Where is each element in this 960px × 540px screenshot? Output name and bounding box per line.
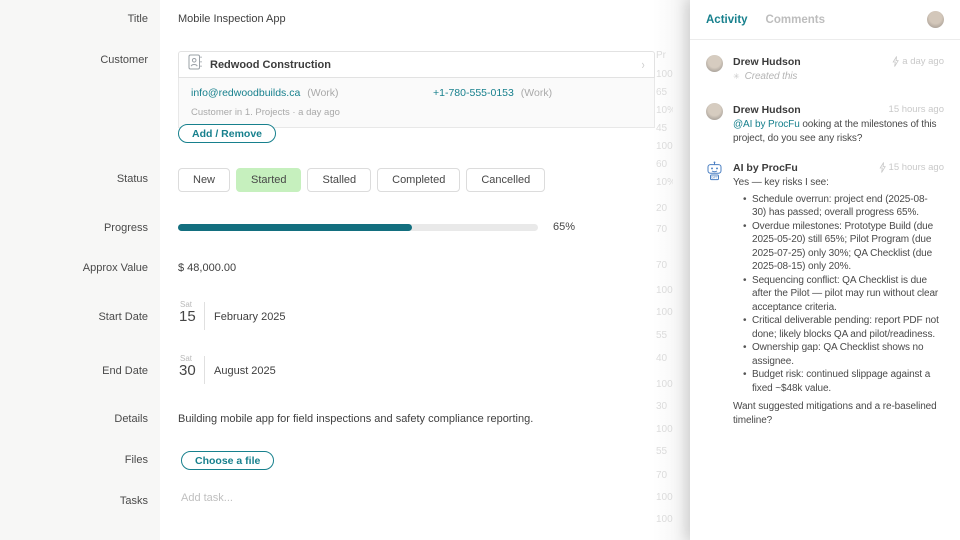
status-chip-cancelled[interactable]: Cancelled: [466, 168, 545, 192]
progress-percent: 65%: [553, 221, 575, 233]
entry-author: Drew Hudson: [733, 104, 801, 116]
start-date-label: Start Date: [0, 311, 148, 323]
robot-avatar-icon: GPT: [705, 161, 724, 181]
progress-fill: [178, 224, 412, 231]
created-this-line: ✳ Created this: [733, 70, 941, 84]
progress-label: Progress: [0, 222, 148, 234]
entry-author: AI by ProcFu: [733, 162, 798, 174]
status-chip-group: New Started Stalled Completed Cancelled: [178, 168, 545, 192]
risk-item: Sequencing conflict: QA Checklist is due…: [743, 274, 941, 315]
risk-item: Schedule overrun: project end (2025-08-3…: [743, 193, 941, 220]
customer-card: Redwood Construction › info@redwoodbuild…: [178, 51, 655, 128]
customer-phone-type: (Work): [521, 87, 552, 99]
avatar: [706, 55, 723, 72]
risk-item: Critical deliverable pending: report PDF…: [743, 314, 941, 341]
details-field[interactable]: Building mobile app for field inspection…: [178, 413, 658, 425]
status-chip-completed[interactable]: Completed: [377, 168, 460, 192]
risk-item: Overdue milestones: Prototype Build (due…: [743, 220, 941, 274]
progress-slider[interactable]: [178, 224, 538, 231]
lightning-icon: [879, 162, 886, 173]
entry-timestamp: 15 hours ago: [889, 104, 944, 115]
risk-item: Ownership gap: QA Checklist shows no ass…: [743, 341, 941, 368]
end-date-field[interactable]: Sat 30 August 2025: [178, 354, 398, 386]
approx-value-field[interactable]: $ 48,000.00: [178, 262, 236, 274]
status-chip-new[interactable]: New: [178, 168, 230, 192]
contact-card-icon: [188, 54, 202, 75]
customer-email-type: (Work): [307, 87, 338, 99]
comment-text: @AI by ProcFu ooking at the milestones o…: [733, 118, 941, 145]
files-label: Files: [0, 454, 148, 466]
user-avatar[interactable]: [927, 11, 944, 28]
svg-text:GPT: GPT: [711, 176, 718, 180]
start-date-month: February 2025: [214, 311, 286, 323]
ai-reply-intro: Yes — key risks I see:: [733, 176, 941, 190]
customer-contact-section: info@redwoodbuilds.ca (Work) +1-780-555-…: [178, 78, 655, 128]
ai-reply-body: Yes — key risks I see: Schedule overrun:…: [733, 176, 941, 427]
add-remove-button[interactable]: Add / Remove: [178, 124, 276, 143]
status-chip-stalled[interactable]: Stalled: [307, 168, 371, 192]
risk-list: Schedule overrun: project end (2025-08-3…: [733, 193, 941, 396]
tab-comments[interactable]: Comments: [766, 14, 825, 26]
title-field[interactable]: Mobile Inspection App: [178, 13, 286, 25]
end-date-day: 30: [179, 362, 196, 379]
title-label: Title: [0, 13, 148, 25]
start-date-field[interactable]: Sat 15 February 2025: [178, 300, 398, 332]
end-date-month: August 2025: [214, 365, 276, 377]
panel-shadow-fade: [653, 0, 690, 540]
tab-activity[interactable]: Activity: [706, 14, 748, 26]
activity-panel: Activity Comments Drew Hudson a day ago …: [690, 0, 960, 540]
date-divider: [204, 356, 205, 384]
chevron-right-icon: ›: [641, 57, 644, 72]
lightning-icon: [892, 56, 899, 67]
date-divider: [204, 302, 205, 330]
customer-label: Customer: [0, 54, 148, 66]
customer-email-link[interactable]: info@redwoodbuilds.ca: [191, 87, 300, 99]
sparkle-icon: ✳: [733, 70, 740, 84]
avatar: [706, 103, 723, 120]
status-label: Status: [0, 173, 148, 185]
entry-timestamp: a day ago: [892, 56, 944, 67]
customer-card-header[interactable]: Redwood Construction ›: [178, 51, 655, 78]
start-date-day: 15: [179, 308, 196, 325]
ai-mention-link[interactable]: @AI by ProcFu: [733, 119, 800, 130]
approx-value-label: Approx Value: [0, 262, 148, 274]
customer-name: Redwood Construction: [210, 59, 331, 71]
tasks-label: Tasks: [0, 495, 148, 507]
customer-phone-link[interactable]: +1-780-555-0153: [433, 87, 514, 99]
entry-timestamp: 15 hours ago: [879, 162, 944, 173]
entry-author: Drew Hudson: [733, 56, 801, 68]
ai-reply-outro: Want suggested mitigations and a re-base…: [733, 400, 941, 427]
status-chip-started[interactable]: Started: [236, 168, 301, 192]
add-task-input[interactable]: [181, 492, 481, 504]
customer-meta: Customer in 1. Projects · a day ago: [191, 107, 642, 118]
risk-item: Budget risk: continued slippage against …: [743, 368, 941, 395]
activity-panel-header: Activity Comments: [690, 0, 960, 40]
choose-file-button[interactable]: Choose a file: [181, 451, 274, 470]
details-label: Details: [0, 413, 148, 425]
end-date-label: End Date: [0, 365, 148, 377]
